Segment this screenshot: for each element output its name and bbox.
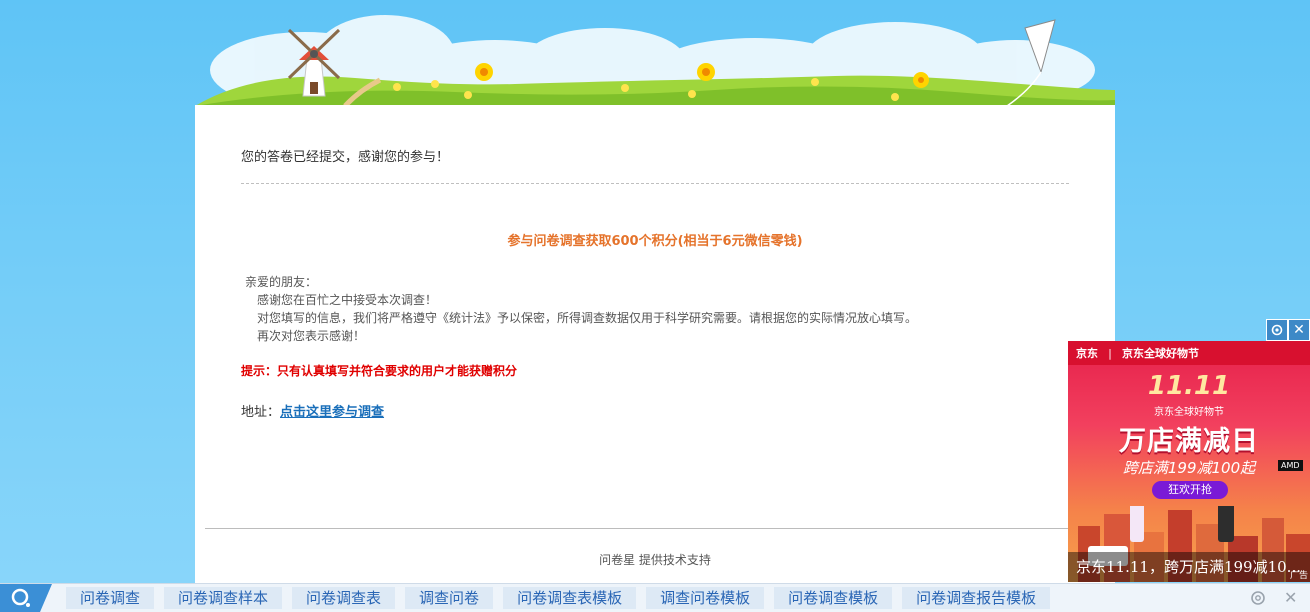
scenery-illustration [195,15,1115,106]
close-icon[interactable]: ✕ [1284,588,1297,607]
powered-by: 问卷星 提供技术支持 [599,553,711,567]
ad-mark: 广告 [1289,571,1308,581]
header-scenery [195,0,1115,106]
ad-1111-logo: 11.11 [1147,371,1231,401]
ad-brand: 京东 [1076,347,1098,360]
ad-popup: ✕ 京东 | 京东全球好物节 11.11 京东全球好物节 万店满减日 跨店满19… [1068,319,1310,582]
ad-banner[interactable]: 京东 | 京东全球好物节 11.11 京东全球好物节 万店满减日 跨店满199减… [1068,341,1310,582]
keyword-link[interactable]: 问卷调查 [66,587,155,609]
keyword-link[interactable]: 问卷调查表模板 [503,587,637,609]
footer-divider [205,528,1105,529]
greeting-line: 再次对您表示感谢！ [257,329,366,343]
ad-cta-button[interactable]: 狂欢开抢 [1152,481,1228,499]
dashed-divider [241,183,1069,184]
ad-caption: 京东11.11，跨万店满199减10... [1068,552,1310,582]
tip-text: 提示：只有认真填写并符合要求的用户才能获赠积分 [241,364,518,378]
ad-event-tag: 京东全球好物节 [1122,347,1200,360]
keyword-link[interactable]: 调查问卷模板 [646,587,765,609]
address-row: 地址：点击这里参与调查 [241,401,384,420]
ad-topbar: 京东 | 京东全球好物节 [1068,341,1310,365]
keyword-link[interactable]: 问卷调查表 [292,587,396,609]
keyword-list: 问卷调查 问卷调查样本 问卷调查表 调查问卷 问卷调查表模板 调查问卷模板 问卷… [66,587,1051,609]
greeting-text: 亲爱的朋友： 感谢您在百忙之中接受本次调查！ 对您填写的信息，我们将严格遵守《统… [245,273,917,345]
ad-headline: 万店满减日 [1119,426,1259,457]
close-icon[interactable]: ✕ [1288,319,1310,341]
ad-separator: | [1108,346,1113,360]
ad-subline: 跨店满199减100起 [1122,459,1256,477]
search-tab[interactable] [0,584,52,612]
greeting-line: 对您填写的信息，我们将严格遵守《统计法》予以保密，所得调查数据仅用于科学研究需要… [257,311,918,325]
keyword-link[interactable]: 问卷调查样本 [164,587,283,609]
promo-title: 参与问卷调查获取600个积分(相当于6元微信零钱) [507,234,803,249]
ad-festival: 京东全球好物节 [1154,407,1224,418]
address-label: 地址： [241,405,281,420]
submitted-message: 您的答卷已经提交，感谢您的参与！ [241,150,450,165]
ad-amd-badge: AMD [1278,460,1303,471]
keyword-link[interactable]: 问卷调查报告模板 [902,587,1051,609]
result-card: 您的答卷已经提交，感谢您的参与！ 参与问卷调查获取600个积分(相当于6元微信零… [195,105,1115,585]
gear-icon[interactable] [1266,319,1288,341]
greeting-line: 感谢您在百忙之中接受本次调查！ [257,293,438,307]
ad-controls: ✕ [1266,319,1310,341]
keyword-link[interactable]: 调查问卷 [405,587,494,609]
keyword-bar: 问卷调查 问卷调查样本 问卷调查表 调查问卷 问卷调查表模板 调查问卷模板 问卷… [0,583,1310,612]
gear-icon[interactable] [1249,589,1267,607]
participate-link[interactable]: 点击这里参与调查 [280,405,384,420]
greeting-line: 亲爱的朋友： [245,275,318,289]
keyword-link[interactable]: 问卷调查模板 [774,587,893,609]
